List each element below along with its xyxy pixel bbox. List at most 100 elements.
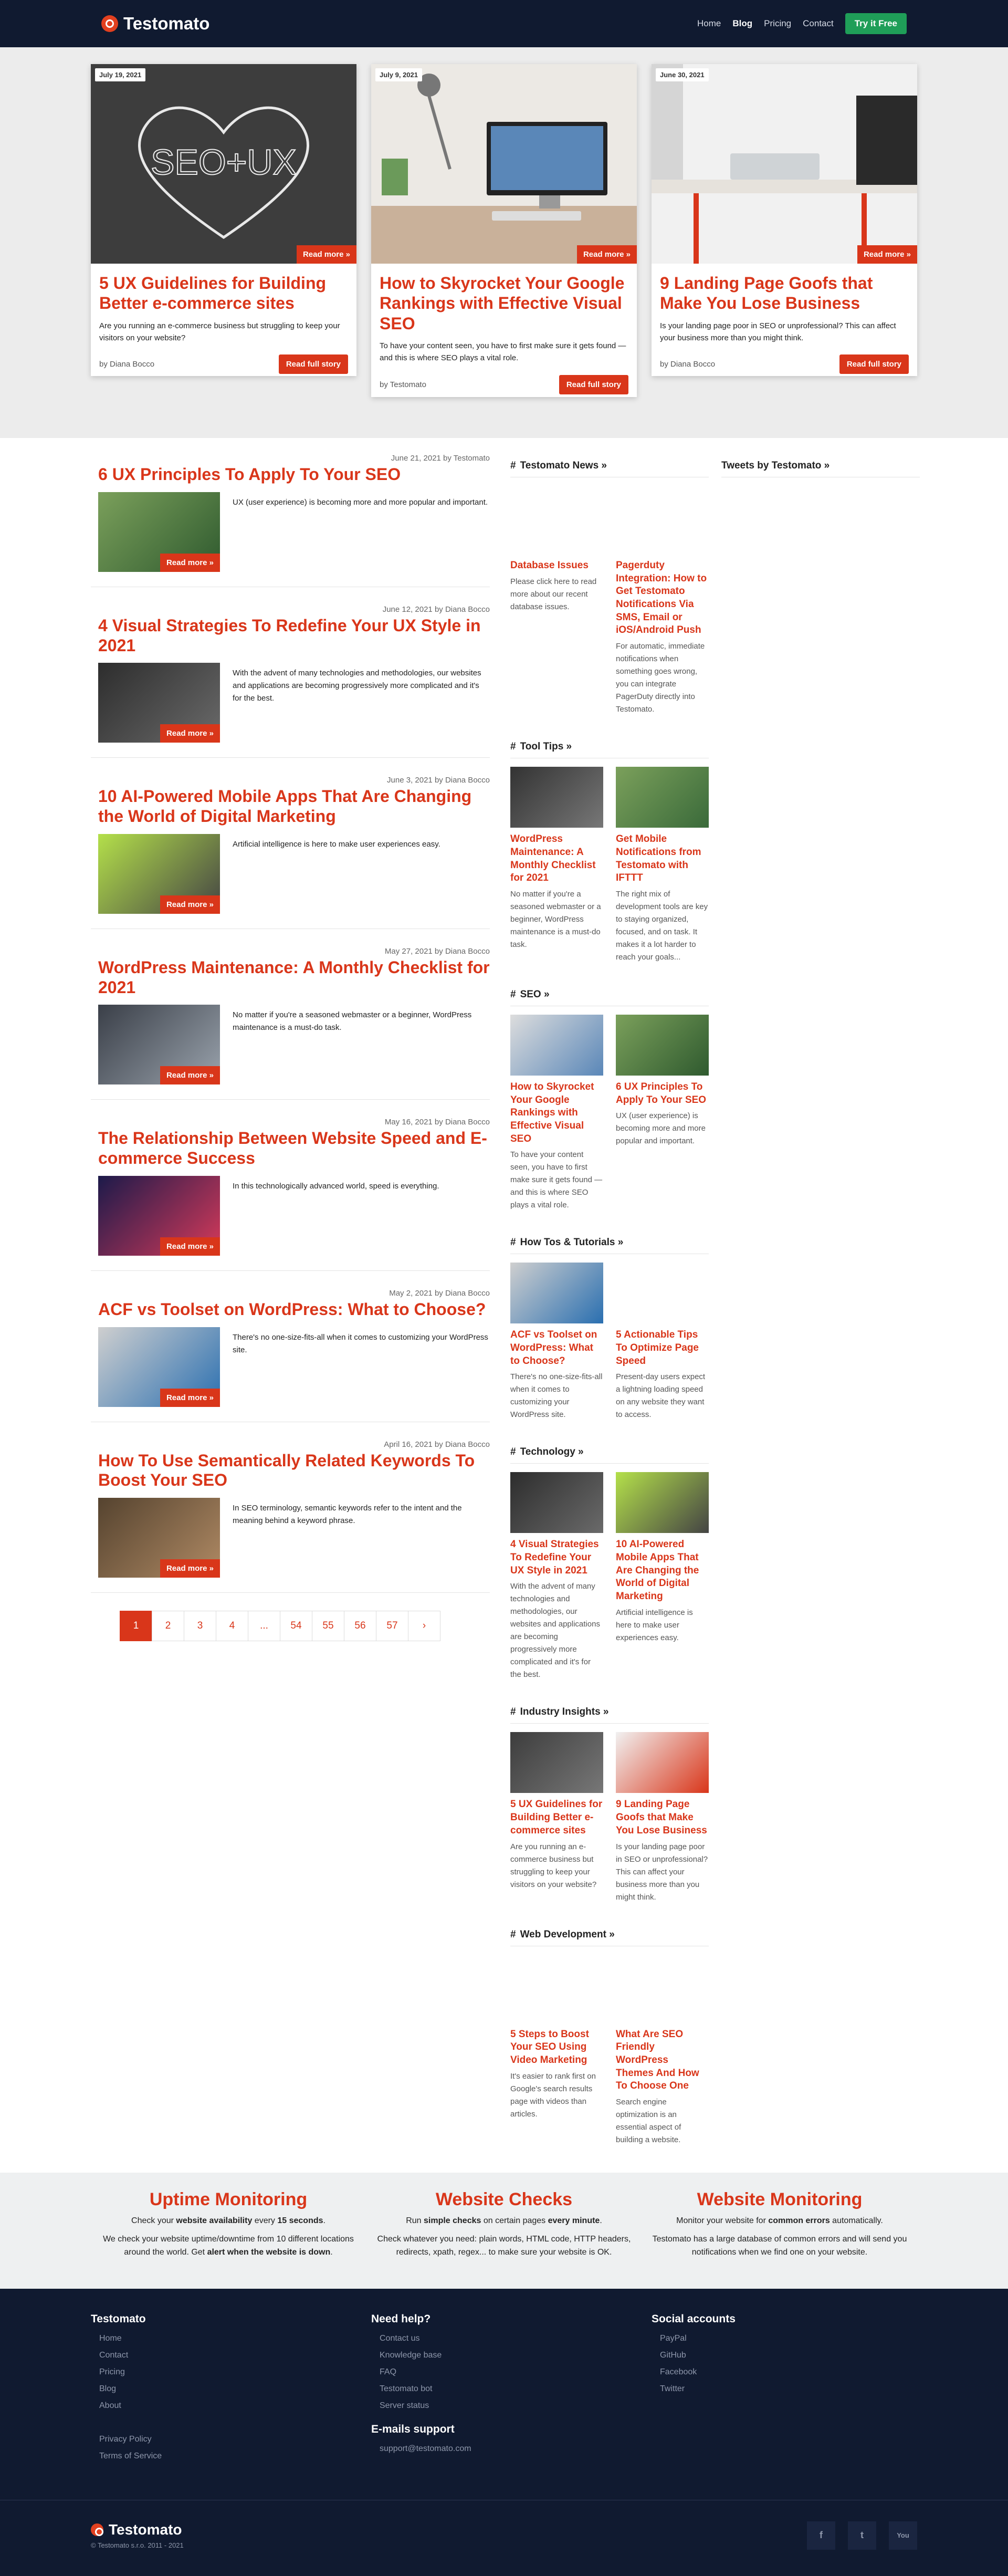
footer-link[interactable]: Blog [91, 2384, 371, 2394]
featured-title[interactable]: 9 Landing Page Goofs that Make You Lose … [660, 273, 909, 314]
sidebar-thumbnail[interactable] [616, 1014, 709, 1076]
sidebar-post-title[interactable]: 10 AI-Powered Mobile Apps That Are Chang… [616, 1539, 699, 1602]
post-title[interactable]: 4 Visual Strategies To Redefine Your UX … [91, 616, 490, 656]
try-free-button[interactable]: Try it Free [845, 13, 907, 34]
nav-home[interactable]: Home [697, 18, 721, 29]
sidebar-post-title[interactable]: Get Mobile Notifications from Testomato … [616, 833, 701, 883]
sidebar-section-heading[interactable]: # Web Development » [510, 1923, 709, 1946]
read-more-button[interactable]: Read more » [857, 245, 917, 264]
sidebar-post-title[interactable]: What Are SEO Friendly WordPress Themes A… [616, 2029, 699, 2092]
page-link[interactable]: 57 [376, 1611, 408, 1641]
page-link[interactable]: 2 [152, 1611, 184, 1641]
footer-link[interactable]: Server status [371, 2401, 652, 2411]
sidebar-post-title[interactable]: 4 Visual Strategies To Redefine Your UX … [510, 1539, 599, 1576]
brand-logo[interactable]: Testomato [101, 14, 209, 34]
sidebar-section-heading[interactable]: # Tool Tips » [510, 735, 709, 759]
sidebar-post-title[interactable]: Database Issues [510, 560, 589, 571]
page-link[interactable]: 56 [344, 1611, 376, 1641]
post-title[interactable]: WordPress Maintenance: A Monthly Checkli… [91, 958, 490, 998]
read-more-button[interactable]: Read more » [160, 895, 220, 914]
sidebar-thumbnail[interactable] [510, 767, 603, 828]
youtube-icon[interactable]: You [889, 2521, 917, 2550]
sidebar-section-heading[interactable]: # Industry Insights » [510, 1700, 709, 1724]
footer-link[interactable]: FAQ [371, 2368, 652, 2377]
footer-link[interactable]: Twitter [652, 2384, 932, 2394]
post-title[interactable]: How To Use Semantically Related Keywords… [91, 1451, 490, 1491]
sidebar-section-heading[interactable]: # Testomato News » [510, 454, 709, 477]
nav-blog[interactable]: Blog [732, 18, 752, 29]
tweets-heading[interactable]: Tweets by Testomato » [721, 454, 920, 477]
featured-image[interactable]: July 9, 2021 Read more » [371, 64, 637, 264]
sidebar-thumbnail[interactable] [616, 767, 709, 828]
twitter-icon[interactable]: t [848, 2521, 876, 2550]
sidebar-post-title[interactable]: Pagerduty Integration: How to Get Testom… [616, 560, 707, 635]
post-thumbnail[interactable]: Read more » [98, 1498, 220, 1578]
read-more-button[interactable]: Read more » [160, 1237, 220, 1256]
post-thumbnail[interactable]: Read more » [98, 492, 220, 572]
read-full-story-button[interactable]: Read full story [278, 354, 348, 374]
post-title[interactable]: 10 AI-Powered Mobile Apps That Are Chang… [91, 787, 490, 827]
footer-link[interactable]: Knowledge base [371, 2351, 652, 2360]
page-link[interactable]: 4 [216, 1611, 248, 1641]
footer-link[interactable]: PayPal [652, 2334, 932, 2343]
footer-link[interactable]: Contact [91, 2351, 371, 2360]
sidebar-thumbnail[interactable] [616, 1472, 709, 1534]
sidebar-post-title[interactable]: 9 Landing Page Goofs that Make You Lose … [616, 1799, 707, 1835]
post-title[interactable]: 6 UX Principles To Apply To Your SEO [91, 465, 490, 485]
footer-link[interactable]: Testomato bot [371, 2384, 652, 2394]
read-more-button[interactable]: Read more » [296, 245, 356, 264]
page-link[interactable]: 3 [184, 1611, 216, 1641]
nav-pricing[interactable]: Pricing [764, 18, 791, 29]
footer-link[interactable]: Terms of Service [91, 2452, 371, 2461]
page-link[interactable]: 55 [312, 1611, 344, 1641]
page-link[interactable]: ... [248, 1611, 280, 1641]
post-thumbnail[interactable]: Read more » [98, 1005, 220, 1085]
sidebar-section-heading[interactable]: # Technology » [510, 1440, 709, 1464]
footer-link[interactable]: Facebook [652, 2368, 932, 2377]
footer-link[interactable]: Privacy Policy [91, 2435, 371, 2444]
sidebar-post-title[interactable]: ACF vs Toolset on WordPress: What to Cho… [510, 1329, 597, 1366]
footer-link[interactable]: Contact us [371, 2334, 652, 2343]
read-full-story-button[interactable]: Read full story [839, 354, 909, 374]
footer-link[interactable]: Pricing [91, 2368, 371, 2377]
featured-title[interactable]: How to Skyrocket Your Google Rankings wi… [380, 273, 628, 333]
sidebar-thumbnail[interactable] [510, 1732, 603, 1793]
sidebar-thumbnail[interactable] [510, 1263, 603, 1324]
featured-image[interactable]: June 30, 2021 Read more » [652, 64, 917, 264]
page-link[interactable]: 54 [280, 1611, 312, 1641]
support-email-link[interactable]: support@testomato.com [371, 2444, 652, 2454]
sidebar-thumbnail[interactable] [510, 1472, 603, 1534]
footer-link[interactable]: Home [91, 2334, 371, 2343]
post-title[interactable]: ACF vs Toolset on WordPress: What to Cho… [91, 1300, 490, 1320]
sidebar-post-title[interactable]: 5 Actionable Tips To Optimize Page Speed [616, 1329, 699, 1366]
post-thumbnail[interactable]: Read more » [98, 1327, 220, 1407]
sidebar-post-title[interactable]: 5 UX Guidelines for Building Better e-co… [510, 1799, 602, 1835]
footer-logo[interactable]: Testomato [91, 2521, 184, 2538]
read-more-button[interactable]: Read more » [160, 1559, 220, 1578]
sidebar-post-title[interactable]: WordPress Maintenance: A Monthly Checkli… [510, 833, 596, 883]
sidebar-thumbnail[interactable] [616, 1732, 709, 1793]
post-thumbnail[interactable]: Read more » [98, 833, 220, 914]
read-more-button[interactable]: Read more » [160, 724, 220, 743]
sidebar-post-title[interactable]: 6 UX Principles To Apply To Your SEO [616, 1081, 706, 1106]
sidebar-post-title[interactable]: How to Skyrocket Your Google Rankings wi… [510, 1081, 594, 1144]
footer-link[interactable]: About [91, 2401, 371, 2411]
facebook-icon[interactable]: f [807, 2521, 835, 2550]
read-more-button[interactable]: Read more » [160, 553, 220, 572]
sidebar-post-title[interactable]: 5 Steps to Boost Your SEO Using Video Ma… [510, 2029, 589, 2066]
page-link[interactable]: › [408, 1611, 440, 1641]
read-more-button[interactable]: Read more » [576, 245, 637, 264]
read-more-button[interactable]: Read more » [160, 1388, 220, 1407]
nav-contact[interactable]: Contact [803, 18, 834, 29]
post-title[interactable]: The Relationship Between Website Speed a… [91, 1129, 490, 1169]
read-full-story-button[interactable]: Read full story [559, 374, 628, 394]
sidebar-thumbnail[interactable] [510, 1014, 603, 1076]
page-link[interactable]: 1 [120, 1611, 152, 1641]
sidebar-section-heading[interactable]: # How Tos & Tutorials » [510, 1230, 709, 1255]
read-more-button[interactable]: Read more » [160, 1066, 220, 1085]
sidebar-section-heading[interactable]: # SEO » [510, 983, 709, 1006]
featured-image[interactable]: SEO+UX July 19, 2021 Read more » [91, 64, 356, 264]
featured-title[interactable]: 5 UX Guidelines for Building Better e-co… [99, 273, 348, 314]
footer-link[interactable]: GitHub [652, 2351, 932, 2360]
post-thumbnail[interactable]: Read more » [98, 663, 220, 743]
